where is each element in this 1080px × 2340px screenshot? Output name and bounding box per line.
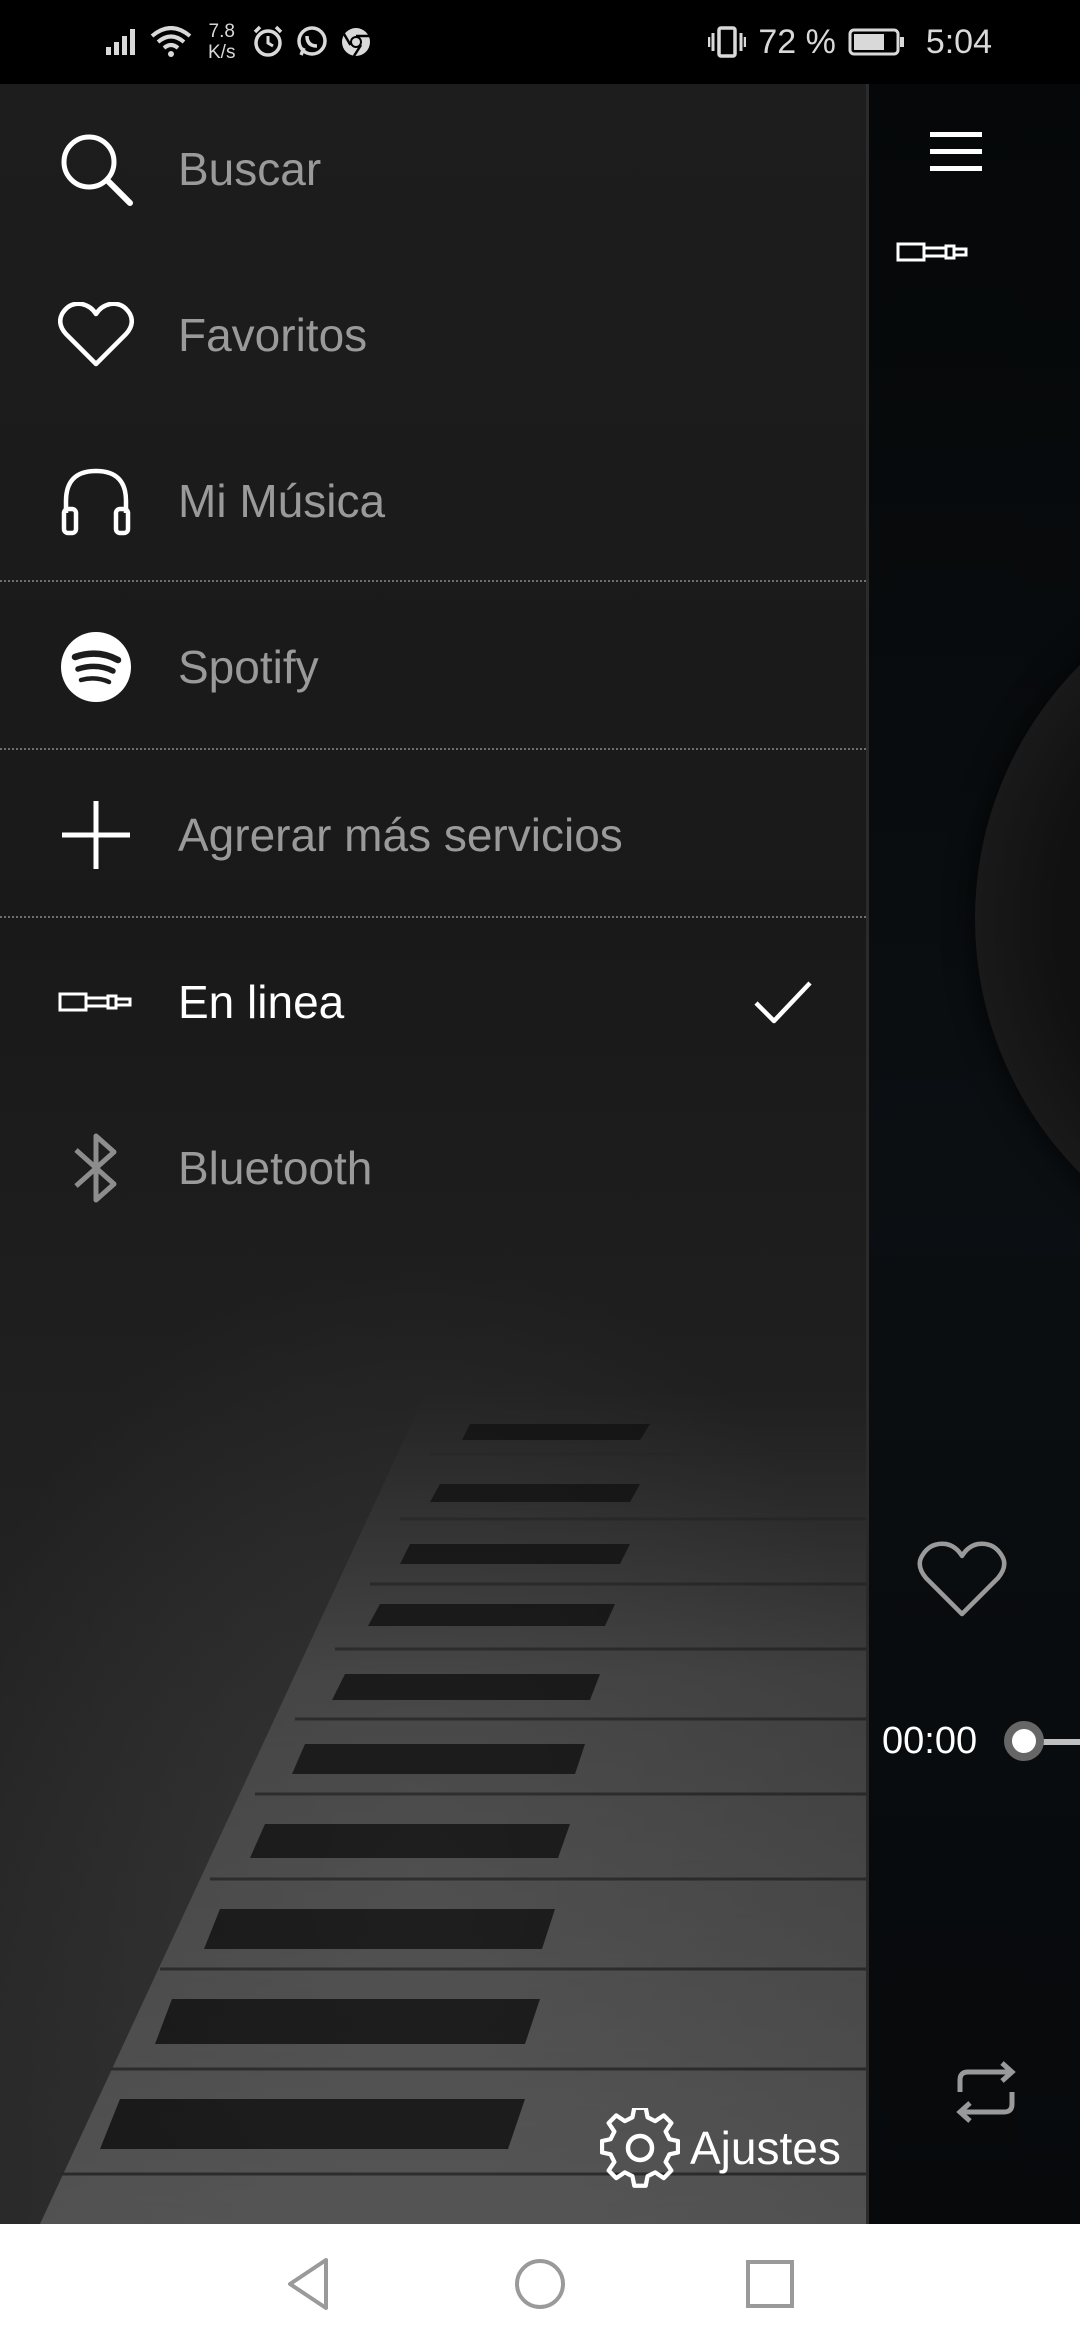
seek-bar-thumb[interactable] — [1004, 1721, 1044, 1761]
drawer-item-label: Agrerar más servicios — [178, 809, 623, 861]
drawer-item-label: Bluetooth — [178, 1142, 373, 1194]
net-speed-value: 7.8 — [208, 21, 235, 42]
recents-icon[interactable] — [740, 2254, 800, 2314]
drawer-edge — [866, 84, 869, 2224]
system-navigation-bar — [0, 2224, 1080, 2340]
spotify-icon — [56, 627, 136, 707]
gear-icon — [600, 2108, 680, 2188]
album-art-disc — [975, 559, 1080, 1279]
drawer-item-label: Mi Música — [178, 475, 386, 527]
checkmark-icon — [754, 981, 812, 1024]
navigation-drawer: Buscar Favoritos Mi Música Spotify Agrer… — [0, 84, 866, 2224]
network-speed: 7.8 K/s — [208, 21, 235, 63]
elapsed-time: 00:00 — [882, 1720, 978, 1762]
chrome-icon — [342, 28, 371, 57]
plus-icon — [56, 795, 136, 875]
drawer-item-favorites[interactable]: Favoritos — [0, 252, 866, 418]
divider — [0, 916, 866, 918]
drawer-item-bluetooth[interactable]: Bluetooth — [0, 1085, 866, 1251]
drawer-item-label: Favoritos — [178, 309, 368, 361]
settings-label: Ajustes — [690, 2122, 841, 2174]
drawer-item-line-out[interactable]: En linea — [0, 919, 866, 1085]
audio-jack-icon — [56, 962, 136, 1042]
bluetooth-icon — [56, 1128, 136, 1208]
status-bar: 7.8 K/s 72 % 5:04 — [0, 0, 1080, 84]
alarm-icon — [254, 25, 283, 57]
drawer-item-label: En linea — [178, 976, 345, 1028]
wifi-icon — [150, 26, 192, 57]
home-icon[interactable] — [510, 2254, 570, 2314]
net-speed-unit: K/s — [208, 42, 236, 63]
repeat-icon[interactable] — [948, 2054, 1024, 2130]
heart-icon[interactable] — [916, 1540, 1008, 1620]
piano-background-image — [40, 1384, 866, 2224]
clock: 5:04 — [925, 22, 992, 61]
back-icon[interactable] — [280, 2254, 340, 2314]
battery-icon — [848, 28, 904, 56]
divider — [0, 580, 866, 582]
whatsapp-icon — [297, 26, 328, 56]
hamburger-menu-icon[interactable] — [926, 122, 986, 182]
heart-icon — [56, 295, 136, 375]
drawer-item-add-services[interactable]: Agrerar más servicios — [0, 752, 866, 918]
signal-icon — [106, 29, 135, 55]
divider — [0, 748, 866, 750]
drawer-item-search[interactable]: Buscar — [0, 86, 866, 252]
drawer-item-label: Spotify — [178, 641, 319, 693]
drawer-item-my-music[interactable]: Mi Música — [0, 418, 866, 584]
drawer-item-spotify[interactable]: Spotify — [0, 584, 866, 750]
search-icon — [56, 129, 136, 209]
settings-button[interactable]: Ajustes — [600, 2100, 841, 2196]
headphones-icon — [56, 461, 136, 541]
audio-jack-icon — [896, 242, 968, 262]
vibrate-icon — [708, 26, 747, 58]
battery-percent: 72 % — [758, 22, 836, 61]
drawer-item-label: Buscar — [178, 143, 322, 195]
